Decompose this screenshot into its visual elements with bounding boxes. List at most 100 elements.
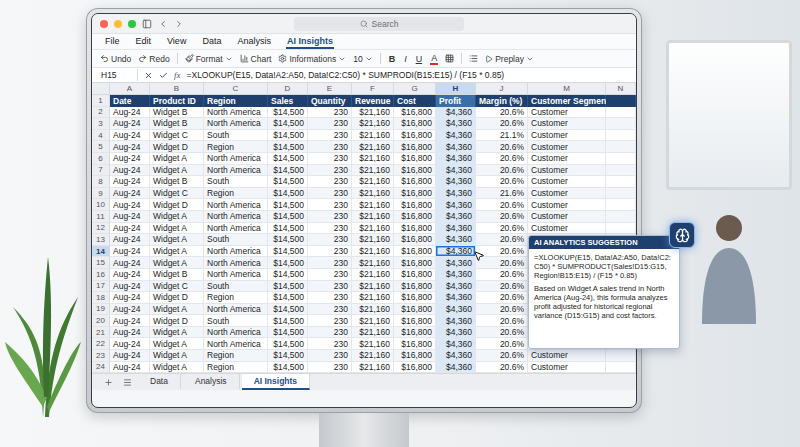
table-cell[interactable]: North America [204,246,268,258]
table-cell[interactable]: Widget B [150,118,204,130]
table-cell[interactable] [606,223,636,235]
table-cell[interactable]: $21,160 [352,269,394,281]
table-cell[interactable]: $4,360 [436,130,476,142]
table-cell[interactable]: Widget C [150,281,204,293]
table-cell[interactable]: Region [204,188,268,200]
row-number[interactable]: 8 [92,176,110,188]
table-cell[interactable]: 230 [308,234,352,246]
header-cell[interactable]: Profit [436,95,476,107]
table-cell[interactable]: South [204,176,268,188]
table-cell[interactable]: $4,360 [436,269,476,281]
table-cell[interactable]: $4,360 [436,350,476,362]
row-number[interactable]: 18 [92,292,110,304]
table-cell[interactable]: 20.6% [476,338,528,350]
table-cell[interactable]: $16,800 [394,130,436,142]
row-number[interactable]: 6 [92,153,110,165]
bold-button[interactable]: B [388,54,397,64]
table-cell[interactable]: Aug-24 [110,176,150,188]
row-number[interactable]: 22 [92,338,110,350]
row-number[interactable]: 5 [92,141,110,153]
table-cell[interactable]: 230 [308,153,352,165]
table-cell[interactable]: 20.6% [476,234,528,246]
menu-item[interactable]: Data [201,34,222,49]
format-button[interactable]: Format [185,54,233,64]
table-cell[interactable]: Widget A [150,304,204,316]
table-cell[interactable]: 230 [308,211,352,223]
table-cell[interactable]: North America [204,338,268,350]
row-number[interactable]: 3 [92,118,110,130]
zoom-button[interactable] [128,20,136,28]
table-cell[interactable]: Aug-24 [110,234,150,246]
table-cell[interactable]: $16,800 [394,199,436,211]
table-cell[interactable]: 21.6% [476,188,528,200]
table-cell[interactable]: Customer [528,350,606,362]
table-cell[interactable]: $4,360 [436,153,476,165]
table-cell[interactable]: Widget B [150,269,204,281]
table-cell[interactable]: $14,500 [268,188,308,200]
table-cell[interactable] [606,165,636,177]
table-cell[interactable]: 20.6% [476,223,528,235]
table-cell[interactable]: $4,360 [436,281,476,293]
table-cell[interactable]: Customer [528,153,606,165]
table-cell[interactable]: North America [204,327,268,339]
table-cell[interactable]: $14,500 [268,165,308,177]
italic-button[interactable]: I [403,54,408,64]
table-cell[interactable]: North America [204,107,268,119]
table-cell[interactable] [606,130,636,142]
table-cell[interactable]: 20.6% [476,304,528,316]
row-number[interactable]: 10 [92,199,110,211]
table-cell[interactable]: 20.6% [476,153,528,165]
table-cell[interactable]: South [204,130,268,142]
table-cell[interactable]: $4,360 [436,199,476,211]
table-cell[interactable]: 20.6% [476,350,528,362]
table-cell[interactable]: 20.6% [476,165,528,177]
undo-button[interactable]: Undo [100,54,131,64]
table-cell[interactable]: $14,500 [268,118,308,130]
table-cell[interactable]: $21,160 [352,257,394,269]
back-icon[interactable] [158,19,168,29]
table-cell[interactable]: Widget D [150,141,204,153]
row-number[interactable]: 12 [92,223,110,235]
table-cell[interactable]: North America [204,118,268,130]
column-letter[interactable]: B [150,83,204,95]
table-cell[interactable]: 230 [308,269,352,281]
column-letter[interactable]: J [476,83,528,95]
table-cell[interactable]: $4,360 [436,165,476,177]
table-cell[interactable]: $14,500 [268,141,308,153]
table-cell[interactable]: 20.6% [476,118,528,130]
table-cell[interactable]: $16,800 [394,211,436,223]
table-cell[interactable]: 230 [308,199,352,211]
table-cell[interactable]: $16,800 [394,327,436,339]
table-cell[interactable]: $21,160 [352,153,394,165]
table-cell[interactable]: $14,500 [268,350,308,362]
row-number[interactable]: 11 [92,211,110,223]
menu-item[interactable]: Edit [135,34,153,49]
table-cell[interactable]: Widget A [150,153,204,165]
table-cell[interactable]: $4,360 [436,315,476,327]
table-cell[interactable]: 20.6% [476,315,528,327]
row-number[interactable]: 14 [92,246,110,258]
text-color-button[interactable]: A [430,53,438,65]
font-size-select[interactable]: 10 [353,54,372,64]
table-cell[interactable]: Aug-24 [110,257,150,269]
ai-badge[interactable] [669,222,695,248]
table-cell[interactable]: $21,160 [352,292,394,304]
table-cell[interactable]: Customer [528,211,606,223]
row-number[interactable]: 17 [92,281,110,293]
table-cell[interactable]: Aug-24 [110,223,150,235]
column-letter[interactable]: H [436,83,476,95]
table-cell[interactable]: Aug-24 [110,269,150,281]
sheet-tab[interactable]: Data [138,374,181,390]
row-number[interactable]: 19 [92,304,110,316]
table-cell[interactable]: Region [204,350,268,362]
table-cell[interactable]: 20.6% [476,107,528,119]
header-cell[interactable]: Customer Segment [528,95,606,107]
table-cell[interactable]: $14,500 [268,223,308,235]
table-cell[interactable]: 230 [308,141,352,153]
table-cell[interactable]: $21,160 [352,107,394,119]
table-cell[interactable]: $4,360 [436,141,476,153]
table-cell[interactable]: Widget A [150,362,204,374]
header-cell[interactable]: Cost [394,95,436,107]
table-cell[interactable] [606,107,636,119]
table-cell[interactable]: Customer [528,107,606,119]
